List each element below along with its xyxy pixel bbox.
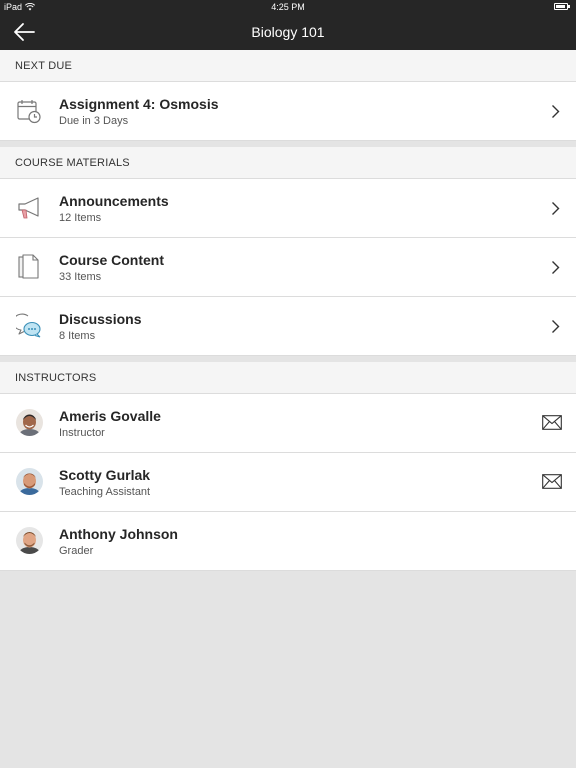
- next-due-item[interactable]: Assignment 4: Osmosis Due in 3 Days: [0, 82, 576, 141]
- instructor-role: Instructor: [59, 427, 105, 439]
- status-time: 4:25 PM: [271, 2, 305, 12]
- materials-item-discussions[interactable]: Discussions 8 Items: [0, 297, 576, 356]
- materials-item-course-content[interactable]: Course Content 33 Items: [0, 238, 576, 297]
- materials-item-label: Course Content: [59, 252, 164, 268]
- megaphone-icon: [18, 197, 39, 219]
- mail-icon[interactable]: [542, 415, 562, 430]
- instructor-row[interactable]: Scotty Gurlak Teaching Assistant: [0, 453, 576, 512]
- materials-item-label: Discussions: [59, 311, 142, 327]
- document-icon: [18, 254, 39, 279]
- instructor-name: Scotty Gurlak: [59, 467, 151, 483]
- calendar-clock-icon: [17, 100, 41, 124]
- chevron-right-icon: [552, 320, 560, 333]
- materials-item-announcements[interactable]: Announcements 12 Items: [0, 179, 576, 238]
- chevron-right-icon: [552, 202, 560, 215]
- instructor-role: Teaching Assistant: [59, 486, 151, 498]
- section-header-instructors: INSTRUCTORS: [0, 356, 576, 394]
- chat-bubbles-icon: [16, 313, 41, 338]
- nav-bar: Biology 101: [0, 14, 576, 50]
- avatar: [16, 409, 43, 436]
- instructor-row[interactable]: Ameris Govalle Instructor: [0, 394, 576, 453]
- instructor-role: Grader: [59, 545, 94, 557]
- materials-item-label: Announcements: [59, 193, 169, 209]
- chevron-right-icon: [552, 261, 560, 274]
- mail-icon[interactable]: [542, 474, 562, 489]
- instructor-name: Ameris Govalle: [59, 408, 161, 424]
- instructor-row[interactable]: Anthony Johnson Grader: [0, 512, 576, 571]
- battery-icon: [554, 3, 570, 10]
- page-title: Biology 101: [251, 24, 325, 40]
- battery-level: [556, 5, 565, 8]
- section-header-course-materials: COURSE MATERIALS: [0, 141, 576, 179]
- materials-item-count: 33 Items: [59, 271, 102, 283]
- avatar: [16, 527, 43, 554]
- course-content: NEXT DUE Assignment 4: Osmosis Due in 3 …: [0, 50, 576, 571]
- materials-item-count: 8 Items: [59, 330, 96, 342]
- status-bar: iPad 4:25 PM: [0, 0, 576, 14]
- chevron-right-icon: [552, 105, 560, 118]
- avatar: [16, 468, 43, 495]
- section-header-next-due: NEXT DUE: [0, 50, 576, 82]
- next-due-subtitle: Due in 3 Days: [59, 115, 129, 127]
- next-due-title: Assignment 4: Osmosis: [59, 96, 219, 112]
- materials-item-count: 12 Items: [59, 212, 102, 224]
- instructor-name: Anthony Johnson: [59, 526, 178, 542]
